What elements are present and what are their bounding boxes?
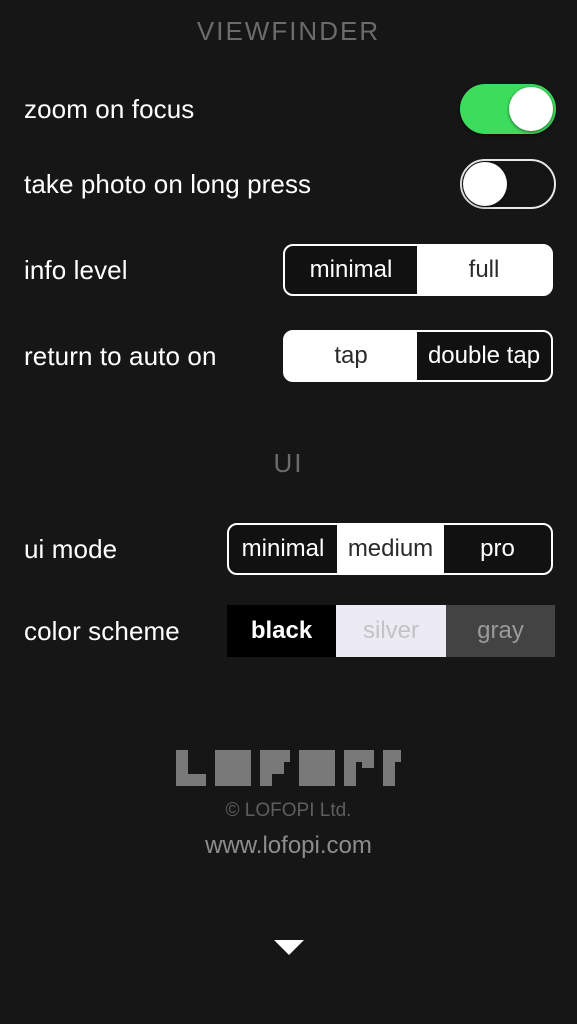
swatch-color-scheme-gray[interactable]: gray: [446, 605, 555, 657]
segment-ui-mode-minimal[interactable]: minimal: [229, 525, 337, 573]
swatch-color-scheme-silver[interactable]: silver: [336, 605, 446, 657]
toggle-zoom-on-focus[interactable]: [460, 84, 556, 134]
copyright-text: © LOFOPI Ltd.: [225, 800, 352, 821]
lofopi-logo: [0, 748, 577, 786]
label-color-scheme: color scheme: [24, 615, 180, 646]
segment-ui-mode-medium[interactable]: medium: [337, 525, 444, 573]
label-take-photo-on-long-press: take photo on long press: [24, 168, 312, 199]
segmented-control-ui-mode[interactable]: minimal medium pro: [227, 523, 553, 575]
toggle-knob: [509, 87, 553, 131]
segment-return-to-auto-on-tap[interactable]: tap: [285, 332, 417, 380]
footer: © LOFOPI Ltd. www.lofopi.com: [0, 748, 577, 860]
segmented-control-return-to-auto-on[interactable]: tap double tap: [283, 330, 553, 382]
section-header-viewfinder: VIEWFINDER: [196, 16, 381, 46]
swatch-group-color-scheme[interactable]: black silver gray: [227, 605, 555, 657]
section-header-ui: UI: [273, 448, 304, 478]
label-ui-mode: ui mode: [24, 533, 118, 564]
label-zoom-on-focus: zoom on focus: [24, 93, 195, 124]
chevron-down-icon[interactable]: [273, 940, 304, 955]
segment-ui-mode-pro[interactable]: pro: [444, 525, 551, 573]
label-info-level: info level: [24, 254, 128, 285]
segment-return-to-auto-on-double-tap[interactable]: double tap: [417, 332, 551, 380]
segment-info-level-minimal[interactable]: minimal: [285, 246, 417, 294]
swatch-color-scheme-black[interactable]: black: [227, 605, 336, 657]
toggle-take-photo-on-long-press[interactable]: [460, 159, 556, 209]
website-link[interactable]: www.lofopi.com: [0, 832, 577, 860]
label-return-to-auto-on: return to auto on: [24, 340, 217, 371]
segmented-control-info-level[interactable]: minimal full: [283, 244, 553, 296]
toggle-knob: [463, 162, 507, 206]
segment-info-level-full[interactable]: full: [417, 246, 551, 294]
settings-screen: VIEWFINDER zoom on focus take photo on l…: [0, 0, 577, 1024]
